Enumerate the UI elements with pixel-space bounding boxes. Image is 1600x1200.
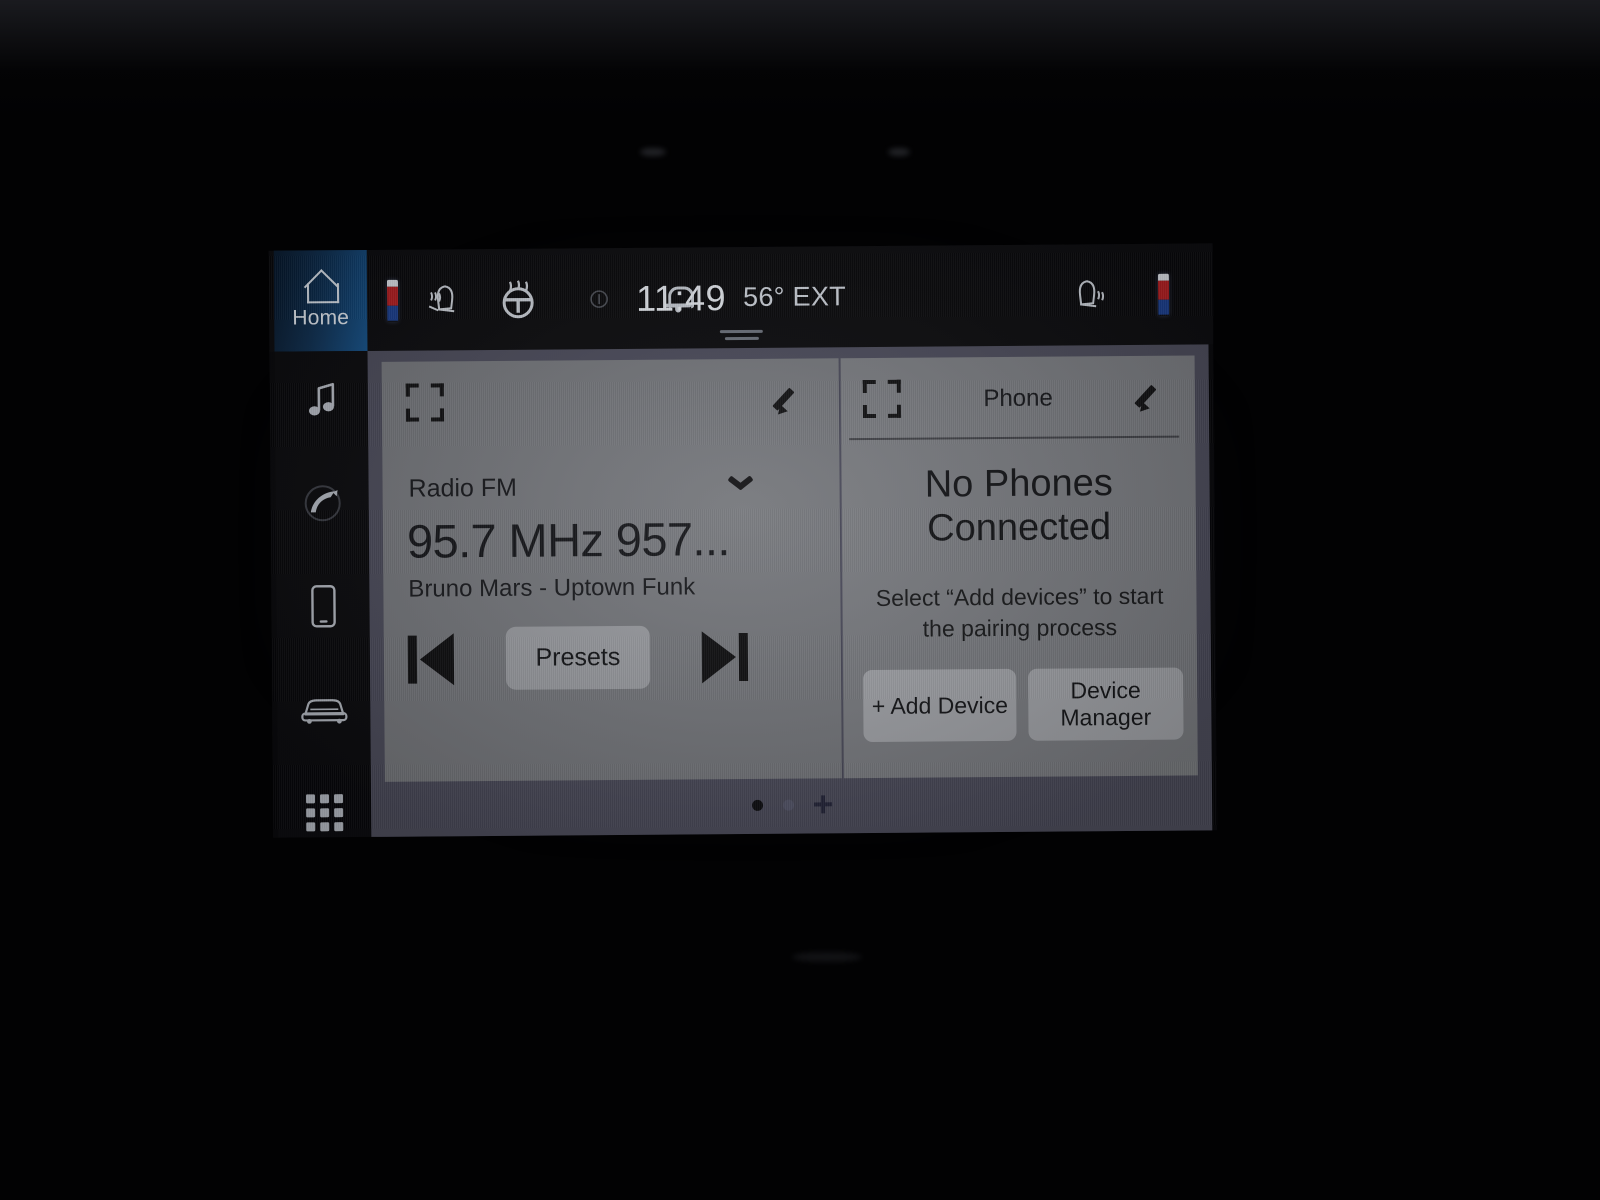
recirculation-group [584,248,615,349]
widget-row: Radio FM 95.7 MHz 957... Bruno Mars - Up… [381,355,1198,782]
device-manager-button[interactable]: Device Manager [1027,667,1184,741]
next-track-icon[interactable] [701,630,749,683]
pencil-edit-icon[interactable] [1133,376,1173,416]
presets-button[interactable]: Presets [505,625,651,690]
no-phones-line2: Connected [927,506,1112,550]
pairing-instructions-line1: Select “Add devices” to start [875,582,1164,611]
climate-left-group [386,249,543,351]
ambient-sheen [0,0,1600,120]
sidebar-nav [274,350,372,838]
pairing-instructions: Select “Add devices” to start the pairin… [855,581,1185,645]
pencil-edit-icon[interactable] [771,378,811,418]
driver-seat-heater-icon[interactable] [424,280,468,320]
station-frequency: 95.7 MHz 957... [406,512,730,568]
smartphone-icon [310,585,336,628]
page-indicator [371,792,1212,817]
passenger-temperature-bar[interactable] [1157,273,1170,316]
phone-handset-icon [304,484,341,521]
previous-track-icon[interactable] [407,632,455,686]
expand-icon[interactable] [405,383,445,422]
glare-speck-bottom [792,952,862,962]
sidebar-item-devices[interactable] [293,583,353,631]
notification-group [665,247,692,348]
exterior-temperature: 56° EXT [742,281,847,312]
chevron-down-icon[interactable] [728,479,754,493]
photo-of-infotainment-screen: Home 11:49 56° EXT Radio FM 95.7 MHz 957… [0,0,1600,1200]
page-dot-2[interactable] [782,799,794,811]
no-phones-line1: No Phones [924,462,1113,506]
status-bar: Home 11:49 56° EXT [268,243,1214,352]
plus-icon[interactable] [814,795,832,813]
passenger-seat-heater-icon[interactable] [1070,275,1114,315]
page-dot-1[interactable] [751,799,763,811]
media-transport-controls: Presets [407,625,749,691]
home-icon [300,272,340,302]
sidebar-item-audio[interactable] [291,375,351,423]
panel-drag-handle[interactable] [719,329,763,341]
glare-speck-left [640,148,666,156]
pairing-instructions-line2: the pairing process [922,613,1118,642]
no-phones-status: No Phones Connected [842,460,1196,551]
now-playing-track: Bruno Mars - Uptown Funk [408,573,696,603]
media-widget-header [382,358,840,442]
media-source-label: Radio FM [408,473,518,503]
media-widget[interactable]: Radio FM 95.7 MHz 957... Bruno Mars - Up… [381,358,843,782]
recirculation-icon[interactable] [584,284,614,314]
home-widget-area: Radio FM 95.7 MHz 957... Bruno Mars - Up… [367,344,1213,837]
home-button-label: Home [292,305,350,330]
infotainment-screen: Home 11:49 56° EXT Radio FM 95.7 MHz 957… [268,243,1218,838]
car-front-icon [300,698,347,724]
glare-speck-right [888,148,910,156]
phone-widget-header: Phone [841,355,1195,438]
add-device-button[interactable]: + Add Device [863,668,1017,743]
device-manager-line2: Manager [1060,703,1152,731]
music-note-icon [308,382,334,416]
apps-grid-icon [305,794,343,832]
media-source-selector[interactable]: Radio FM [408,472,753,504]
driver-temperature-bar[interactable] [386,279,399,322]
bell-icon[interactable] [665,283,691,313]
steering-wheel-heater-icon[interactable] [494,278,542,320]
sidebar-item-apps[interactable] [294,790,354,838]
phone-widget[interactable]: Phone No Phones Connected Select “Add de… [840,355,1198,779]
device-manager-line1: Device [1070,677,1141,704]
sidebar-item-vehicle[interactable] [294,686,354,734]
home-button[interactable]: Home [273,249,368,352]
passenger-climate-group [1157,244,1170,345]
phone-actions: + Add Device Device Manager [863,667,1184,743]
passenger-seat-group [1070,244,1115,345]
sidebar-item-phone[interactable] [292,479,352,527]
